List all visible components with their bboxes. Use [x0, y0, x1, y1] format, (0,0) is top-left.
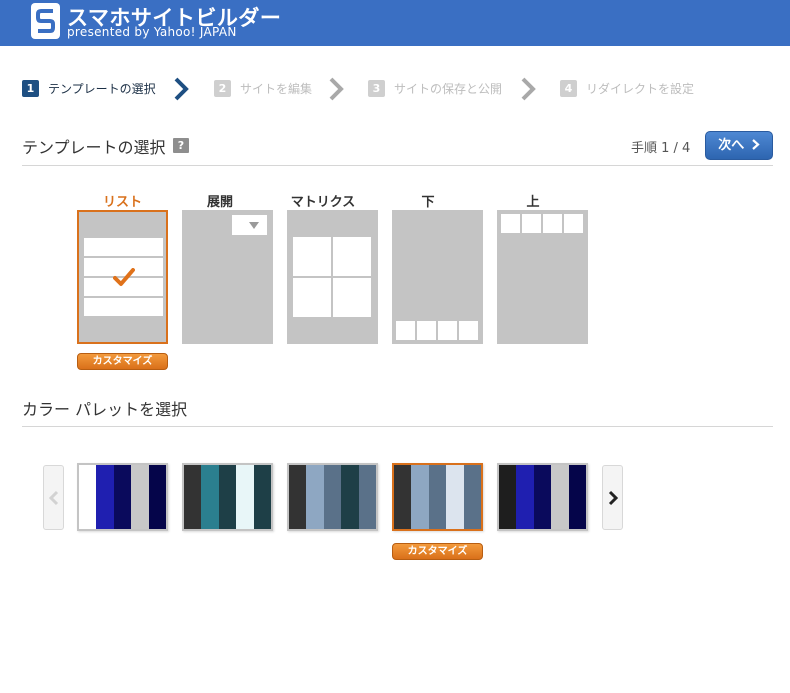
template-label-list: リスト	[102, 195, 142, 210]
swatch	[113, 465, 132, 529]
chevron-left-icon	[48, 490, 59, 506]
chevron-right-icon	[608, 490, 619, 506]
next-button-label: 次へ	[718, 138, 745, 153]
template-label-expand: 展開	[206, 195, 233, 210]
swatch	[428, 465, 447, 529]
swatch	[323, 465, 342, 529]
step-number: 4	[560, 80, 577, 97]
step-4: 4 リダイレクトを設定	[560, 80, 694, 97]
template-bottom[interactable]	[392, 210, 483, 344]
swatch	[253, 465, 272, 529]
step-label: サイトを編集	[240, 82, 313, 96]
template-section-title: テンプレートの選択	[22, 138, 166, 157]
template-list[interactable]	[77, 210, 168, 344]
template-label-bottom: 下	[421, 195, 435, 210]
chevron-right-icon	[174, 77, 189, 101]
app-header: スマホサイトビルダー presented by Yahoo! JAPAN	[0, 0, 790, 46]
template-label-top: 上	[526, 195, 540, 210]
step-label: テンプレートの選択	[48, 82, 156, 96]
swatch	[463, 465, 482, 529]
swatch	[236, 465, 254, 529]
template-matrix[interactable]	[287, 210, 378, 344]
swatch	[306, 465, 324, 529]
swatch	[218, 465, 237, 529]
swatch	[358, 465, 377, 529]
step-2: 2 サイトを編集	[214, 80, 312, 97]
template-label-matrix: マトリクス	[290, 195, 356, 210]
swatch	[79, 465, 97, 529]
swatch	[341, 465, 359, 529]
step-number: 3	[368, 80, 385, 97]
swatch	[394, 465, 412, 529]
template-top[interactable]	[497, 210, 588, 344]
help-icon[interactable]: ?	[173, 138, 189, 153]
swatch	[201, 465, 219, 529]
next-button[interactable]: 次へ	[705, 131, 773, 160]
step-counter: 手順 1 / 4	[631, 141, 691, 156]
swatch	[446, 465, 464, 529]
palette-section-title: カラー パレットを選択	[22, 400, 188, 419]
chevron-right-icon	[752, 139, 760, 150]
app-subtitle: presented by Yahoo! JAPAN	[67, 25, 237, 39]
carousel-next-button[interactable]	[602, 465, 623, 530]
swatch	[533, 465, 552, 529]
step-3: 3 サイトの保存と公開	[368, 80, 502, 97]
swatch	[568, 465, 587, 529]
step-label: リダイレクトを設定	[586, 82, 695, 96]
logo-icon	[31, 3, 60, 39]
step-1: 1 テンプレートの選択	[22, 80, 156, 97]
palette-4[interactable]	[392, 463, 483, 531]
chevron-right-icon	[329, 77, 344, 101]
swatch	[516, 465, 534, 529]
divider	[22, 426, 773, 427]
swatch	[148, 465, 167, 529]
palette-2[interactable]	[182, 463, 273, 531]
checkmark-icon	[113, 268, 135, 286]
palette-3[interactable]	[287, 463, 378, 531]
customize-template-button[interactable]: カスタマイズ	[77, 353, 168, 370]
swatch	[499, 465, 517, 529]
swatch	[131, 465, 149, 529]
carousel-prev-button[interactable]	[43, 465, 64, 530]
swatch	[184, 465, 202, 529]
triangle-down-icon	[249, 222, 259, 229]
swatch	[411, 465, 429, 529]
step-number: 2	[214, 80, 231, 97]
step-label: サイトの保存と公開	[394, 82, 503, 96]
customize-palette-button[interactable]: カスタマイズ	[392, 543, 483, 560]
palette-5[interactable]	[497, 463, 588, 531]
chevron-right-icon	[521, 77, 536, 101]
swatch	[96, 465, 114, 529]
swatch	[289, 465, 307, 529]
template-expand[interactable]	[182, 210, 273, 344]
swatch	[551, 465, 569, 529]
step-number: 1	[22, 80, 39, 97]
palette-1[interactable]	[77, 463, 168, 531]
divider	[22, 165, 773, 166]
